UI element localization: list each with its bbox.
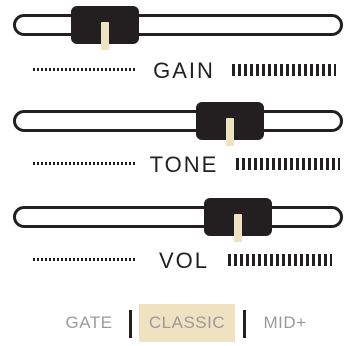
mode-selector: GATE CLASSIC MID+ <box>0 304 348 346</box>
vol-knob-indicator <box>234 214 243 242</box>
gain-knob-indicator <box>100 22 109 50</box>
tone-left-scale <box>33 156 137 172</box>
tone-knob-indicator <box>226 118 235 146</box>
gain-slider-knob[interactable] <box>70 6 139 50</box>
mode-divider <box>243 310 246 338</box>
mode-option-classic[interactable]: CLASSIC <box>139 304 235 342</box>
mode-option-gate[interactable]: GATE <box>54 304 124 342</box>
vol-slider-knob[interactable] <box>204 198 273 242</box>
vol-fader <box>0 192 348 288</box>
mode-option-mid-plus[interactable]: MID+ <box>253 304 317 342</box>
tone-scale-row: TONE <box>0 152 348 177</box>
vol-slider-track[interactable] <box>13 206 343 228</box>
vol-scale-row: VOL <box>0 248 348 273</box>
tone-slider-knob[interactable] <box>196 102 265 146</box>
vol-right-scale <box>228 254 332 266</box>
gain-label: GAIN <box>153 58 215 83</box>
vol-left-scale <box>33 252 137 268</box>
gain-slider-track[interactable] <box>13 14 343 36</box>
vol-label: VOL <box>158 248 210 273</box>
mode-divider <box>129 310 132 338</box>
gain-right-scale <box>232 64 336 76</box>
gain-scale-row: GAIN <box>0 58 348 83</box>
tone-right-scale <box>236 158 340 170</box>
tone-slider-track[interactable] <box>13 110 343 132</box>
tone-label: TONE <box>149 152 219 177</box>
tone-fader <box>0 96 348 192</box>
gain-left-scale <box>33 62 137 78</box>
